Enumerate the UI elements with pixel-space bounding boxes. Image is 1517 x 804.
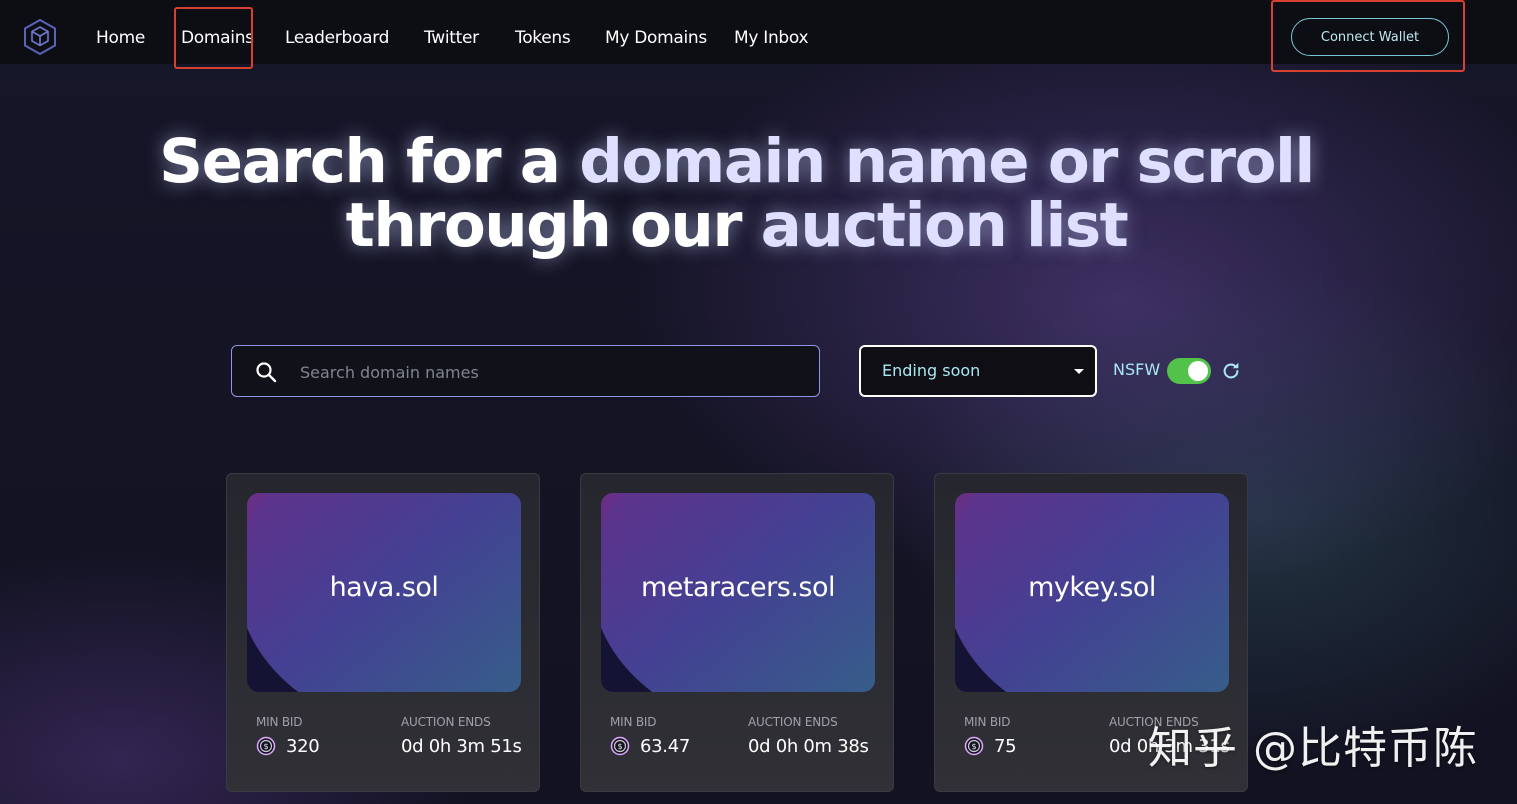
- nav-my-domains[interactable]: My Domains: [605, 28, 707, 48]
- headline-line-1: Search for a domain name or scroll: [159, 126, 1315, 197]
- sort-selected-value: Ending soon: [882, 361, 981, 380]
- connect-wallet-button[interactable]: Connect Wallet: [1291, 18, 1449, 56]
- nav-my-inbox[interactable]: My Inbox: [734, 28, 809, 48]
- top-nav-bar: Home Domains Leaderboard Twitter Tokens …: [0, 0, 1517, 64]
- page-headline: Search for a domain name or scroll throu…: [150, 130, 1323, 258]
- usdc-coin-icon: $: [610, 736, 630, 756]
- headline-line-2: through our auction list: [345, 190, 1129, 261]
- domain-card-art: hava.sol: [247, 493, 521, 692]
- watermark-text: 知乎 @比特币陈: [1148, 723, 1478, 774]
- auction-ends-label: AUCTION ENDS: [401, 715, 491, 729]
- cube-logo-icon[interactable]: [20, 17, 60, 57]
- refresh-icon[interactable]: [1220, 360, 1242, 382]
- usdc-coin-icon: $: [256, 736, 276, 756]
- min-bid-value: 75: [994, 736, 1017, 757]
- domain-name: hava.sol: [329, 572, 439, 603]
- min-bid-value: 320: [286, 736, 320, 757]
- domain-name: mykey.sol: [1028, 572, 1156, 603]
- auction-ends-label: AUCTION ENDS: [748, 715, 838, 729]
- nav-tokens[interactable]: Tokens: [515, 28, 571, 48]
- search-input[interactable]: [298, 356, 802, 388]
- search-box[interactable]: [231, 345, 820, 397]
- domain-card[interactable]: hava.sol MIN BID AUCTION ENDS $ 320 0d 0…: [226, 473, 540, 792]
- domain-card[interactable]: metaracers.sol MIN BID AUCTION ENDS $ 63…: [580, 473, 894, 792]
- min-bid-label: MIN BID: [964, 715, 1011, 729]
- min-bid-value: 63.47: [640, 736, 691, 757]
- domain-name: metaracers.sol: [641, 572, 835, 603]
- auction-ends-value: 0d 0h 3m 51s: [401, 736, 522, 757]
- nsfw-label: NSFW: [1113, 360, 1161, 379]
- svg-text:$: $: [263, 742, 268, 751]
- nav-home[interactable]: Home: [96, 28, 145, 48]
- nav-domains[interactable]: Domains: [181, 28, 254, 48]
- nav-leaderboard[interactable]: Leaderboard: [285, 28, 389, 48]
- toggle-knob: [1188, 361, 1208, 381]
- nav-twitter[interactable]: Twitter: [424, 28, 479, 48]
- svg-text:$: $: [971, 742, 976, 751]
- auction-ends-value: 0d 0h 0m 38s: [748, 736, 869, 757]
- domain-card-art: metaracers.sol: [601, 493, 875, 692]
- domain-card-art: mykey.sol: [955, 493, 1229, 692]
- svg-text:$: $: [617, 742, 622, 751]
- min-bid-label: MIN BID: [610, 715, 657, 729]
- min-bid-label: MIN BID: [256, 715, 303, 729]
- nsfw-toggle[interactable]: [1167, 358, 1211, 384]
- sort-select[interactable]: Ending soon: [859, 345, 1097, 397]
- caret-down-icon: [1074, 369, 1084, 374]
- usdc-coin-icon: $: [964, 736, 984, 756]
- search-icon: [256, 362, 277, 383]
